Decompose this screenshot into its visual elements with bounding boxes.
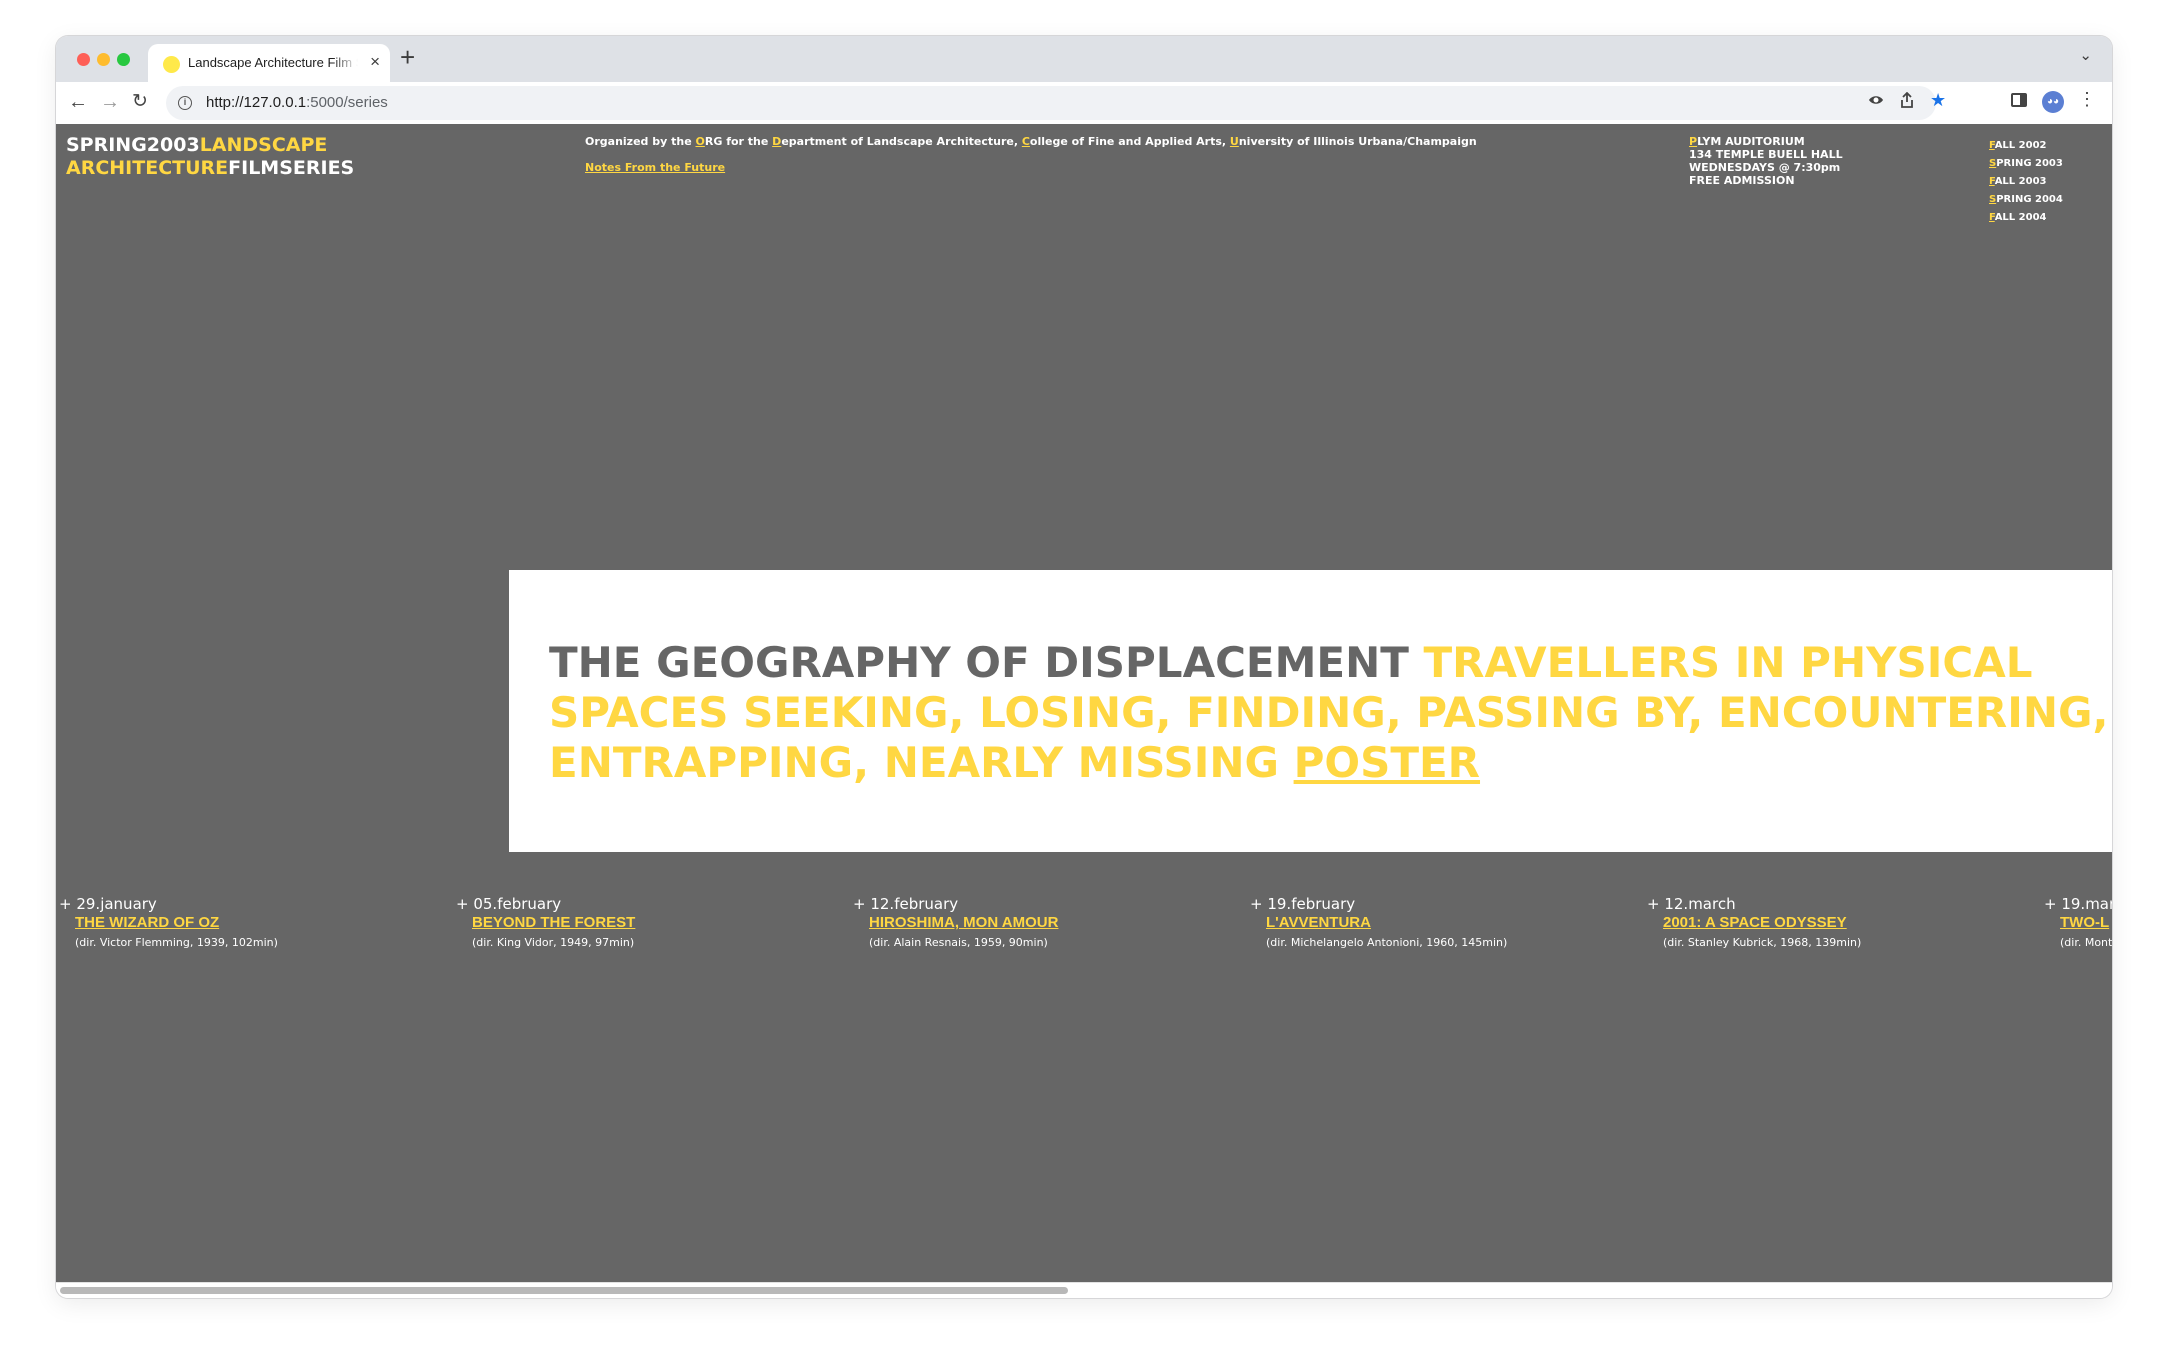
tab-search-chevron-icon[interactable]: ⌄: [2079, 46, 2092, 64]
tab-bar: Landscape Architecture Film Series × + ⌄: [56, 36, 2112, 82]
semester-label: PRING 2003: [1996, 158, 2063, 169]
series-theme-banner: THE GEOGRAPHY OF DISPLACEMENT TRAVELLERS…: [509, 570, 2112, 852]
film-title-link[interactable]: 2001: A SPACE ODYSSEY: [1644, 913, 2041, 933]
site-info-icon[interactable]: i: [178, 96, 192, 110]
semester-label: ALL 2004: [1994, 212, 2047, 223]
bookmark-star-icon[interactable]: ★: [1930, 90, 1946, 111]
semester-link[interactable]: FALL 2002: [1989, 137, 2063, 155]
film-title-link[interactable]: THE WIZARD OF OZ: [56, 913, 453, 933]
film-director: (dir. Stanley Kubrick, 1968, 139min): [1663, 936, 1862, 949]
poster-link[interactable]: POSTER: [1294, 738, 1480, 787]
close-window-button[interactable]: [77, 53, 90, 66]
side-panel-icon[interactable]: [2011, 93, 2027, 107]
semester-nav: FALL 2002 SPRING 2003 FALL 2003 SPRING 2…: [1989, 137, 2063, 227]
semester-link[interactable]: SPRING 2004: [1989, 191, 2063, 209]
film-item: + 12.february HIROSHIMA, MON AMOUR (dir.…: [850, 895, 1247, 953]
maximize-window-button[interactable]: [117, 53, 130, 66]
venue-name: LYM AUDITORIUM: [1697, 135, 1805, 148]
org-initial-u: U: [1229, 135, 1239, 148]
film-director: (dir. King Vidor, 1949, 97min): [472, 936, 635, 949]
film-director: (dir. Mont: [2060, 936, 2112, 949]
film-title-link[interactable]: BEYOND THE FOREST: [453, 913, 850, 933]
tab-close-icon[interactable]: ×: [370, 52, 380, 72]
url-path: :5000/series: [306, 94, 388, 111]
film-director: (dir. Victor Flemming, 1939, 102min): [75, 936, 278, 949]
semester-link[interactable]: FALL 2004: [1989, 209, 2063, 227]
org-initial-d: D: [772, 135, 782, 148]
film-date: + 12.february: [853, 895, 959, 913]
org-initial-c: C: [1021, 135, 1030, 148]
org-text: ollege of Fine and Applied Arts,: [1029, 135, 1230, 148]
film-item: + 19.mar TWO-L (dir. Mont: [2041, 895, 2112, 953]
toolbar: ← → ↻ i http://127.0.0.1:5000/series ★ ◕…: [56, 82, 2112, 124]
title-filmseries: FILMSERIES: [228, 157, 355, 179]
semester-label: ALL 2003: [1994, 176, 2047, 187]
kebab-menu-icon[interactable]: ⋮: [2078, 89, 2096, 110]
film-title-link[interactable]: L'AVVENTURA: [1247, 913, 1644, 933]
favicon-icon: [163, 56, 180, 73]
eye-icon[interactable]: [1868, 92, 1884, 113]
film-director: (dir. Alain Resnais, 1959, 90min): [869, 936, 1048, 949]
scrollbar-thumb[interactable]: [60, 1287, 1068, 1294]
venue-admission: FREE ADMISSION: [1689, 174, 1795, 187]
semester-link[interactable]: FALL 2003: [1989, 173, 2063, 191]
horizontal-scrollbar[interactable]: [56, 1282, 2112, 1298]
film-date: + 19.february: [1250, 895, 1356, 913]
film-item: + 19.february L'AVVENTURA (dir. Michelan…: [1247, 895, 1644, 953]
film-item: + 29.january THE WIZARD OF OZ (dir. Vict…: [56, 895, 453, 953]
active-tab[interactable]: Landscape Architecture Film Series ×: [148, 44, 390, 82]
org-text: RG for the: [704, 135, 773, 148]
new-tab-button[interactable]: +: [400, 42, 415, 73]
url-host: http://127.0.0.1: [206, 94, 307, 111]
site-title: SPRING2003LANDSCAPE ARCHITECTUREFILMSERI…: [66, 134, 354, 180]
film-date: + 12.march: [1647, 895, 1736, 913]
page-viewport: SPRING2003LANDSCAPE ARCHITECTUREFILMSERI…: [56, 124, 2112, 1282]
semester-link[interactable]: SPRING 2003: [1989, 155, 2063, 173]
org-text: epartment of Landscape Architecture,: [781, 135, 1022, 148]
forward-button[interactable]: →: [100, 90, 120, 114]
reload-button[interactable]: ↻: [132, 90, 148, 114]
tab-title: Landscape Architecture Film Series: [188, 55, 358, 70]
semester-label: PRING 2004: [1996, 194, 2063, 205]
film-item: + 05.february BEYOND THE FOREST (dir. Ki…: [453, 895, 850, 953]
series-theme-text: THE GEOGRAPHY OF DISPLACEMENT TRAVELLERS…: [549, 638, 2109, 788]
title-landscape: LANDSCAPE: [199, 134, 328, 156]
film-date: + 05.february: [456, 895, 562, 913]
film-title-link[interactable]: HIROSHIMA, MON AMOUR: [850, 913, 1247, 933]
title-spring2003: SPRING2003: [66, 134, 200, 156]
url-text[interactable]: http://127.0.0.1:5000/series: [206, 94, 388, 111]
film-date: + 19.mar: [2044, 895, 2112, 913]
film-director: (dir. Michelangelo Antonioni, 1960, 145m…: [1266, 936, 1508, 949]
org-text: niversity of Illinois Urbana/Champaign: [1238, 135, 1477, 148]
film-title-link[interactable]: TWO-L: [2041, 913, 2112, 933]
notes-from-the-future-link[interactable]: Notes From the Future: [585, 161, 725, 174]
org-initial-o: O: [695, 135, 705, 148]
venue-address: 134 TEMPLE BUELL HALL: [1689, 148, 1843, 161]
film-date: + 29.january: [59, 895, 157, 913]
venue-info: PLYM AUDITORIUM 134 TEMPLE BUELL HALL WE…: [1689, 135, 1843, 187]
organizer-credit: Organized by the ORG for the Department …: [585, 135, 1477, 148]
title-architecture: ARCHITECTURE: [66, 157, 229, 179]
back-button[interactable]: ←: [68, 90, 88, 114]
semester-label: ALL 2002: [1994, 140, 2047, 151]
org-text: Organized by the: [585, 135, 696, 148]
venue-time: WEDNESDAYS @ 7:30pm: [1689, 161, 1841, 174]
minimize-window-button[interactable]: [97, 53, 110, 66]
series-theme-title: THE GEOGRAPHY OF DISPLACEMENT: [549, 638, 1409, 687]
film-item: + 12.march 2001: A SPACE ODYSSEY (dir. S…: [1644, 895, 2041, 953]
share-icon[interactable]: [1900, 91, 1914, 113]
venue-initial: P: [1689, 135, 1698, 148]
browser-window: Landscape Architecture Film Series × + ⌄…: [56, 36, 2112, 1298]
profile-avatar[interactable]: ◕◕: [2042, 91, 2064, 113]
address-bar[interactable]: i http://127.0.0.1:5000/series ★: [166, 86, 1946, 120]
